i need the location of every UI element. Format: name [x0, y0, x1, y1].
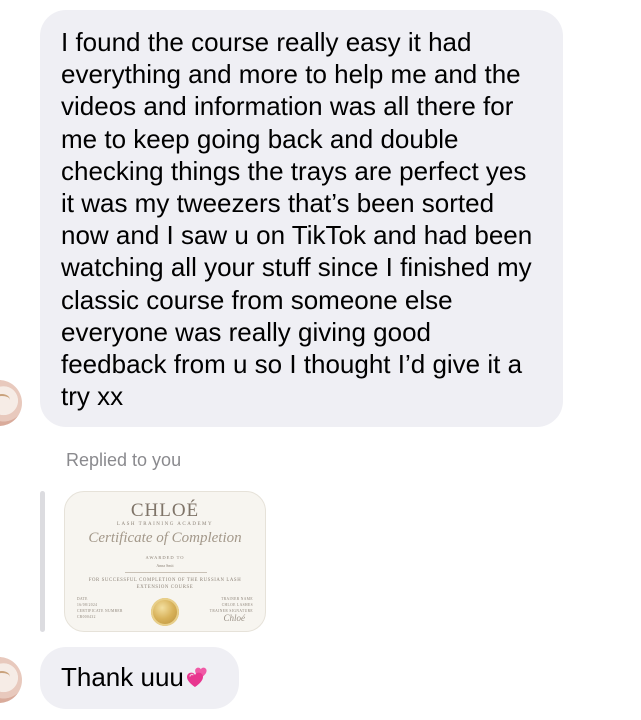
- certificate-brand: CHLOÉ: [130, 500, 200, 521]
- message-line: now and I saw u on TikTok and had been: [61, 220, 533, 251]
- message-line: checking things the trays are perfect ye…: [61, 155, 527, 186]
- reply-indicator-bar: [40, 491, 45, 632]
- certificate-title: Certificate of Completion: [88, 530, 242, 546]
- message-text: Thank uuu: [61, 662, 184, 692]
- certificate-subtitle: LASH TRAINING ACADEMY: [116, 522, 214, 527]
- certificate-recipient: Anna Smit: [156, 563, 174, 568]
- sender-avatar[interactable]: [0, 657, 22, 703]
- message-line: watching all your stuff since I finished…: [61, 252, 532, 283]
- certificate-date-block: DATE 16/08/2024 CERTIFICATE NUMBER CR000…: [77, 597, 123, 619]
- message-line: it was my tweezers that’s been sorted: [61, 188, 495, 219]
- gold-seal-icon: [151, 598, 179, 626]
- message-line: try xx: [61, 381, 124, 412]
- certificate-body-line: FOR SUCCESSFUL COMPLETION OF THE RUSSIAN…: [88, 578, 242, 583]
- certificate-awarded-label: AWARDED TO: [145, 555, 185, 560]
- certificate-trainer-block: TRAINER NAME CHLOE LASHES TRAINER SIGNAT…: [209, 597, 253, 613]
- replied-certificate-image[interactable]: CHLOÉ LASH TRAINING ACADEMY Certificate …: [64, 491, 266, 632]
- message-line: everyone was really giving good: [61, 316, 431, 347]
- message-line: I found the course really easy it had: [61, 27, 472, 57]
- message-line: everything and more to help me and the: [61, 59, 521, 90]
- message-bubble[interactable]: Thank uuu: [40, 647, 239, 709]
- certificate-body-line: EXTENSION COURSE: [136, 585, 194, 590]
- message-line: videos and information was all there for: [61, 91, 514, 122]
- certificate-name-line: [125, 572, 207, 573]
- sender-avatar[interactable]: [0, 380, 22, 426]
- certificate-signature: Chloé: [223, 613, 246, 623]
- message-line: classic course from someone else: [61, 284, 453, 315]
- message-line: me to keep going back and double: [61, 123, 459, 154]
- revolving-hearts-icon: [185, 664, 211, 688]
- message-bubble[interactable]: I found the course really easy it had ev…: [40, 10, 563, 427]
- message-line: feedback from u so I thought I’d give it…: [61, 349, 523, 380]
- message-thread: I found the course really easy it had ev…: [0, 0, 641, 720]
- replied-to-you-label: Replied to you: [66, 450, 182, 470]
